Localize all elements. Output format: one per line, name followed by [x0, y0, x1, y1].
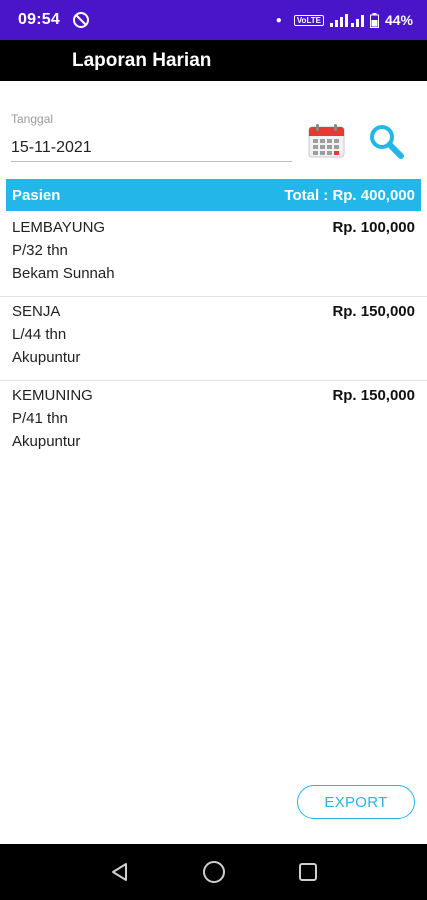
- status-bar: 09:54 ● VoLTE 44%: [0, 0, 427, 40]
- date-label: Tanggal: [11, 112, 54, 126]
- app-bar: Laporan Harian: [0, 40, 427, 81]
- back-icon[interactable]: [110, 862, 130, 882]
- patient-info: P/32 thn: [12, 242, 68, 259]
- patient-amount: Rp. 150,000: [332, 387, 415, 404]
- patient-name: LEMBAYUNG: [12, 219, 106, 236]
- list-item[interactable]: LEMBAYUNG P/32 thn Bekam Sunnah Rp. 100,…: [0, 213, 427, 297]
- date-input-underline: [11, 161, 292, 162]
- table-header: Pasien Total : Rp. 400,000: [6, 179, 421, 211]
- calendar-icon[interactable]: [308, 123, 345, 158]
- list-item[interactable]: KEMUNING P/41 thn Akupuntur Rp. 150,000: [0, 381, 427, 465]
- home-icon[interactable]: [202, 860, 226, 884]
- patient-amount: Rp. 150,000: [332, 303, 415, 320]
- patient-name: SENJA: [12, 303, 61, 320]
- sync-icon: [72, 12, 89, 28]
- export-button[interactable]: EXPORT: [297, 785, 415, 819]
- patient-amount: Rp. 100,000: [332, 219, 415, 236]
- recents-icon[interactable]: [298, 862, 318, 882]
- status-icons: ● VoLTE 44%: [276, 12, 413, 28]
- header-patient-label: Pasien: [12, 186, 61, 204]
- list-item[interactable]: SENJA L/44 thn Akupuntur Rp. 150,000: [0, 297, 427, 381]
- patient-treatment: Bekam Sunnah: [12, 265, 115, 282]
- search-icon[interactable]: [368, 123, 404, 159]
- patient-treatment: Akupuntur: [12, 349, 81, 366]
- battery-icon: [369, 12, 379, 28]
- patient-info: P/41 thn: [12, 410, 68, 427]
- volte-badge: VoLTE: [293, 14, 324, 26]
- header-total: Total : Rp. 400,000: [284, 186, 415, 204]
- battery-percent: 44%: [384, 12, 413, 28]
- patient-name: KEMUNING: [12, 387, 93, 404]
- dot-icon: ●: [275, 14, 282, 26]
- patient-treatment: Akupuntur: [12, 433, 81, 450]
- navigation-bar: [0, 844, 427, 900]
- page-title: Laporan Harian: [72, 49, 212, 71]
- signal-icon: [329, 14, 364, 27]
- date-input[interactable]: 15-11-2021: [11, 139, 92, 157]
- status-time: 09:54: [18, 11, 60, 28]
- patient-info: L/44 thn: [12, 326, 67, 343]
